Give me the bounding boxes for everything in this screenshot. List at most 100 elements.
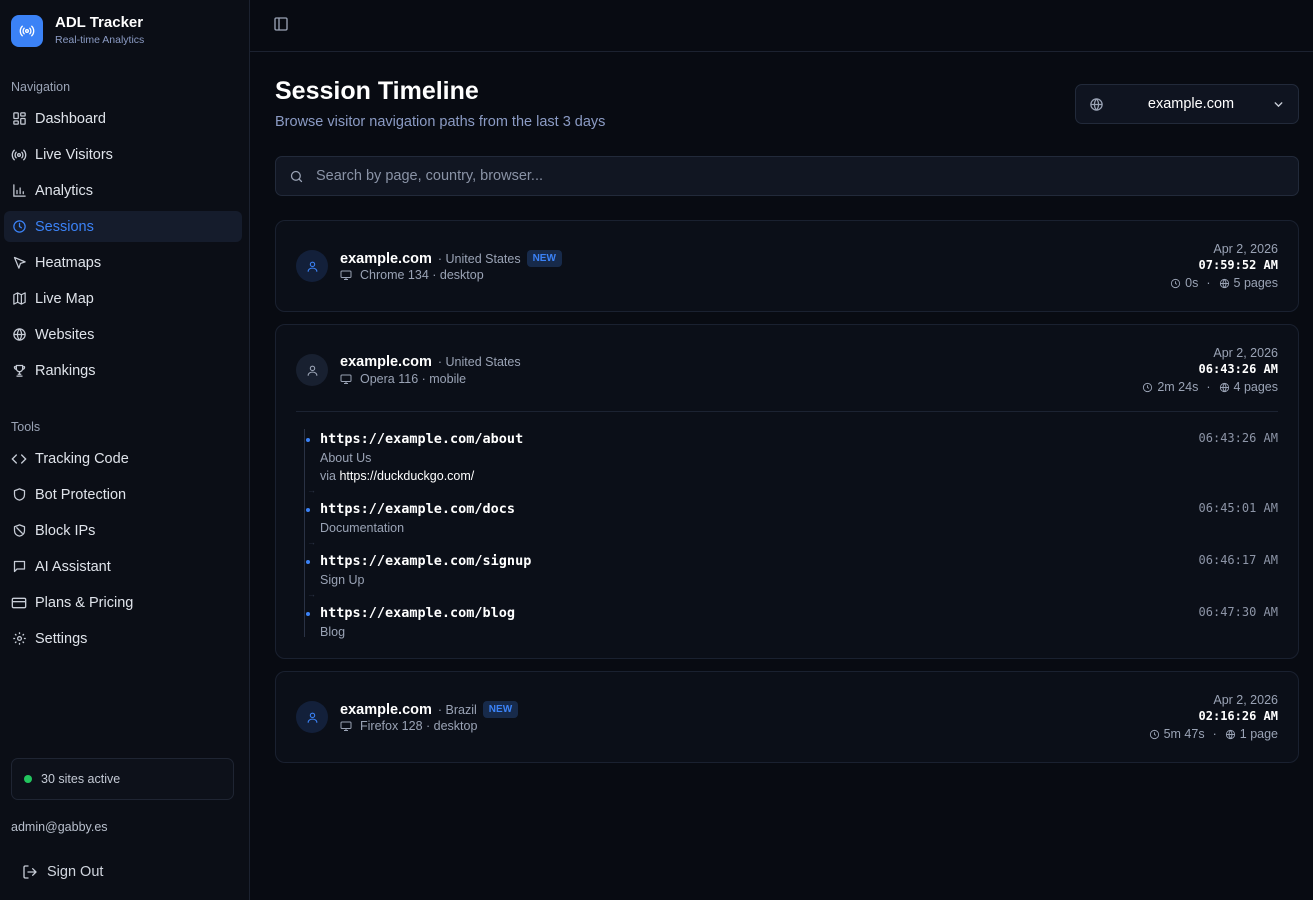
session-card[interactable]: example.com · Brazil NEW Firefox 128 · des… <box>275 671 1299 763</box>
chevron-down-icon <box>1272 98 1285 116</box>
session-site-name: example.com <box>340 354 432 370</box>
new-badge: NEW <box>526 250 562 267</box>
session-site-name: example.com <box>340 251 432 267</box>
session-time: 06:43:26 AM <box>1198 362 1278 376</box>
main-nav: Dashboard Live Visitors Analytics Sessio… <box>4 103 242 391</box>
search-input[interactable] <box>316 157 1286 195</box>
sidebar-item-label: Settings <box>35 630 88 647</box>
session-site: example.com · Brazil NEW <box>340 701 519 718</box>
sidebar-item-label: Bot Protection <box>35 486 127 503</box>
arrow-right-icon: → <box>307 485 316 495</box>
sidebar-item-bot-protection[interactable]: Bot Protection <box>4 479 242 510</box>
clock-icon <box>1149 729 1160 740</box>
sidebar-item-dashboard[interactable]: Dashboard <box>4 103 242 134</box>
arrow-right-icon: → <box>307 589 316 599</box>
sidebar-item-label: Dashboard <box>35 110 106 127</box>
path-timeline-line <box>304 429 305 637</box>
session-time: 07:59:52 AM <box>1198 258 1278 272</box>
sidebar-item-sessions[interactable]: Sessions <box>4 211 242 242</box>
session-date: Apr 2, 2026 <box>1213 693 1278 707</box>
credit-card-icon <box>11 595 27 611</box>
shield-off-icon <box>11 523 27 539</box>
page-title: Session Timeline <box>275 77 479 105</box>
step-title: Blog <box>320 625 346 639</box>
session-pages: 1 page <box>1239 727 1278 741</box>
log-out-icon <box>22 864 38 880</box>
session-site: example.com · United States <box>340 354 521 370</box>
gear-icon <box>11 631 27 647</box>
session-device-label: Firefox 128 · desktop <box>360 719 478 733</box>
search-icon <box>289 169 304 189</box>
step-bullet-icon <box>306 508 310 512</box>
sidebar-item-live-visitors[interactable]: Live Visitors <box>4 139 242 170</box>
sidebar-item-label: Websites <box>35 326 95 343</box>
sidebar-item-rankings[interactable]: Rankings <box>4 355 242 386</box>
chat-icon <box>11 559 27 575</box>
session-duration: 2m 24s <box>1157 380 1199 394</box>
session-device: Firefox 128 · desktop <box>340 719 477 733</box>
stats-separator: · <box>1212 727 1217 741</box>
step-title: Sign Up <box>320 573 365 587</box>
step-title: Documentation <box>320 521 405 535</box>
step-time: 06:47:30 AM <box>1198 605 1278 619</box>
tools-nav: Tracking Code Bot Protection Block IPs A… <box>4 443 242 659</box>
site-select[interactable]: example.com <box>1075 84 1299 124</box>
search-bar <box>275 156 1299 196</box>
pointer-icon <box>11 255 27 271</box>
sidebar-item-tracking-code[interactable]: Tracking Code <box>4 443 242 474</box>
sidebar-item-websites[interactable]: Websites <box>4 319 242 350</box>
code-icon <box>11 451 27 467</box>
session-stats: 0s · 5 pages <box>1170 274 1278 292</box>
sidebar-item-analytics[interactable]: Analytics <box>4 175 242 206</box>
session-stats: 2m 24s · 4 pages <box>1142 378 1278 396</box>
brand[interactable]: ADL Tracker Real-time Analytics <box>11 14 144 47</box>
globe-icon <box>1219 278 1230 289</box>
radio-icon <box>11 14 43 47</box>
monitor-icon <box>340 269 352 281</box>
sidebar-item-block-ips[interactable]: Block IPs <box>4 515 242 546</box>
session-stats: 5m 47s · 1 page <box>1149 725 1278 743</box>
session-country: · United States <box>437 252 521 266</box>
globe-icon <box>1219 382 1230 393</box>
sidebar-item-heatmaps[interactable]: Heatmaps <box>4 247 242 278</box>
sidebar-item-live-map[interactable]: Live Map <box>4 283 242 314</box>
monitor-icon <box>340 373 352 385</box>
online-dot-icon <box>24 775 32 783</box>
clock-icon <box>11 219 27 235</box>
session-date: Apr 2, 2026 <box>1213 242 1278 256</box>
step-time: 06:46:17 AM <box>1198 553 1278 567</box>
step-bullet-icon <box>306 438 310 442</box>
stats-separator: · <box>1206 276 1211 290</box>
step-url[interactable]: https://example.com/signup <box>320 553 531 569</box>
sites-active-status: 30 sites active <box>11 758 234 800</box>
user-avatar-icon <box>296 250 328 282</box>
step-url[interactable]: https://example.com/about <box>320 431 523 447</box>
user-avatar-icon <box>296 354 328 386</box>
referrer-url[interactable]: https://duckduckgo.com/ <box>339 469 474 483</box>
step-url[interactable]: https://example.com/docs <box>320 501 515 517</box>
step-title: About Us <box>320 451 372 465</box>
session-pages: 4 pages <box>1233 380 1278 394</box>
sidebar-item-plans-pricing[interactable]: Plans & Pricing <box>4 587 242 618</box>
sidebar-item-label: Live Visitors <box>35 146 113 163</box>
nav-section-label: Navigation <box>11 80 71 94</box>
session-duration: 5m 47s <box>1163 727 1205 741</box>
step-time: 06:45:01 AM <box>1198 501 1278 515</box>
monitor-icon <box>340 720 352 732</box>
topbar <box>250 0 1313 52</box>
session-device-label: Chrome 134 · desktop <box>360 268 484 282</box>
tools-section-label: Tools <box>11 420 41 434</box>
sidebar-toggle-icon[interactable] <box>273 16 289 32</box>
step-url[interactable]: https://example.com/blog <box>320 605 515 621</box>
sign-out-button[interactable]: Sign Out <box>22 864 103 880</box>
session-card[interactable]: example.com · United States NEW Chrome 134… <box>275 220 1299 312</box>
sidebar-item-settings[interactable]: Settings <box>4 623 242 654</box>
grid-icon <box>11 111 27 127</box>
stats-separator: · <box>1206 380 1211 394</box>
globe-icon <box>11 327 27 343</box>
clock-icon <box>1170 278 1181 289</box>
session-meta: Apr 2, 2026 06:43:26 AM 2m 24s · 4 pages <box>1142 345 1278 396</box>
sidebar-item-ai-assistant[interactable]: AI Assistant <box>4 551 242 582</box>
session-pages: 5 pages <box>1233 276 1278 290</box>
session-card-expanded[interactable]: example.com · United States Opera 116 · m… <box>275 324 1299 659</box>
